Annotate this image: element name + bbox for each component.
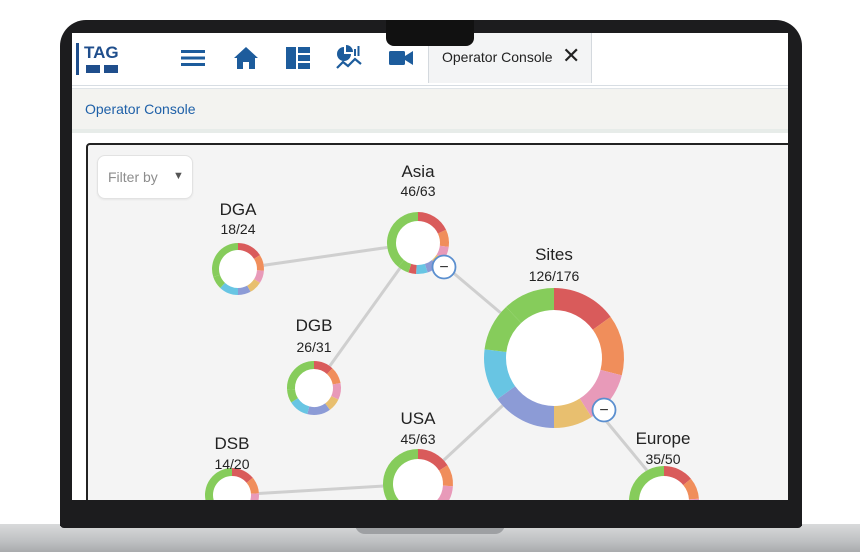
node-dsb[interactable]: DSB 14/20 — [205, 434, 259, 500]
dgb-label: DGB — [296, 316, 333, 335]
donut-segment — [398, 259, 412, 273]
filter-placeholder: Filter by — [108, 169, 158, 185]
donut-segment — [250, 493, 259, 500]
dgb-count: 26/31 — [296, 339, 331, 355]
topology-graph: Asia 46/63 DGA 18/24 DGB 26/31 Sites 126… — [205, 162, 699, 500]
donut-segment — [484, 349, 516, 400]
europe-label: Europe — [636, 429, 691, 448]
donut-segment — [253, 269, 264, 283]
dga-count: 18/24 — [220, 221, 255, 237]
dsb-count: 14/20 — [214, 456, 249, 472]
collapse-sites-symbol: − — [599, 402, 608, 419]
usa-label: USA — [401, 409, 437, 428]
donut-segment — [331, 382, 341, 400]
chevron-down-icon: ▼ — [173, 170, 184, 182]
dga-donut[interactable] — [212, 243, 264, 295]
collapse-asia-symbol: − — [439, 259, 448, 276]
usa-donut[interactable] — [383, 449, 453, 500]
node-usa[interactable]: USA 45/63 — [383, 409, 453, 500]
europe-count: 35/50 — [645, 451, 680, 467]
webcam-notch — [386, 20, 474, 46]
collapse-asia-button[interactable]: − — [431, 254, 457, 280]
donut-segment — [416, 263, 428, 274]
filter-dropdown[interactable]: Filter by ▼ — [97, 155, 193, 199]
donut-segment — [553, 398, 592, 428]
collapse-sites-button[interactable]: − — [591, 397, 617, 423]
asia-label: Asia — [401, 162, 435, 181]
donut-segment — [437, 229, 449, 247]
donut-segment — [408, 263, 417, 274]
sites-count: 126/176 — [529, 268, 580, 284]
laptop-bezel-bottom — [60, 500, 802, 526]
europe-donut[interactable] — [629, 466, 699, 500]
donut-segment — [253, 255, 264, 271]
usa-count: 45/63 — [400, 431, 435, 447]
donut-segment — [287, 388, 299, 403]
node-dgb[interactable]: DGB 26/31 — [287, 316, 341, 415]
donut-segment — [307, 403, 330, 415]
donut-segment — [237, 285, 251, 295]
sites-label: Sites — [535, 245, 573, 264]
node-europe[interactable]: Europe 35/50 — [629, 429, 699, 500]
donut-segment — [438, 465, 453, 487]
asia-count: 46/63 — [400, 183, 435, 199]
dgb-donut[interactable] — [287, 361, 341, 415]
donut-segment — [592, 316, 624, 376]
dga-label: DGA — [220, 200, 258, 219]
dsb-donut[interactable] — [205, 468, 259, 500]
dsb-label: DSB — [215, 434, 250, 453]
app-screen: TAG Operator Console ✕ Operator Console … — [72, 33, 788, 500]
node-dga[interactable]: DGA 18/24 — [212, 200, 264, 295]
